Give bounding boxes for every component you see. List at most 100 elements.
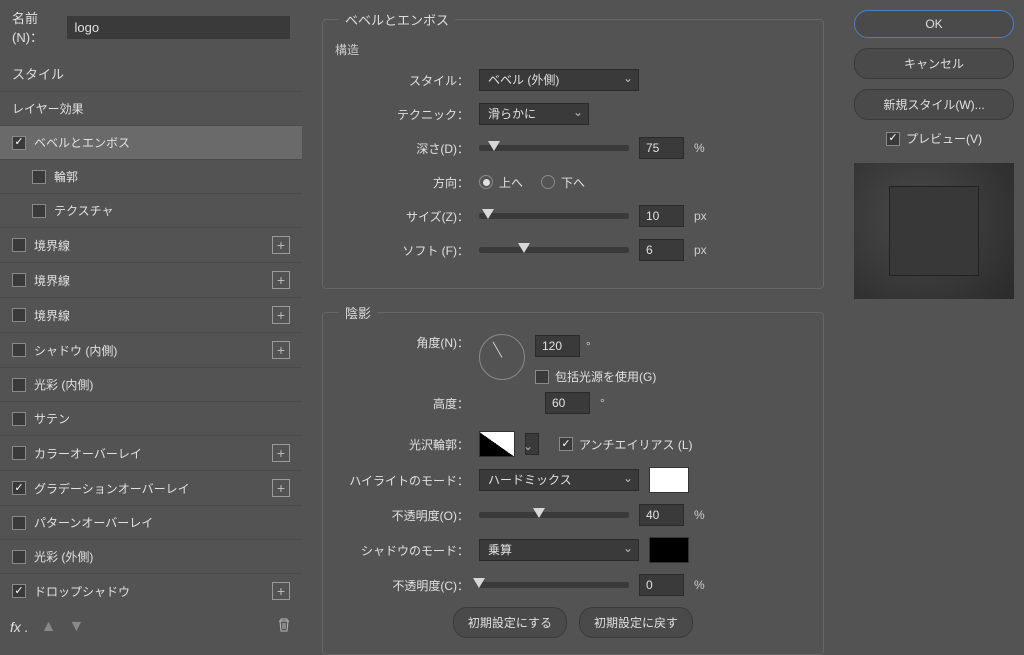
direction-up-radio[interactable]: 上へ (479, 174, 523, 191)
style-checkbox-7[interactable] (12, 343, 26, 357)
add-effect-icon[interactable]: + (272, 236, 290, 254)
soft-unit: px (694, 243, 707, 257)
style-item-5[interactable]: 境界線 + (0, 262, 302, 297)
style-item-0[interactable]: レイヤー効果 (0, 91, 302, 125)
direction-down-radio[interactable]: 下へ (541, 174, 585, 191)
style-header: スタイル (0, 54, 302, 91)
global-light-checkbox[interactable] (535, 370, 549, 384)
soft-input[interactable] (639, 239, 684, 261)
highlight-mode-select[interactable]: ハードミックス (479, 469, 639, 491)
style-label-6: 境界線 (34, 307, 70, 324)
cancel-button[interactable]: キャンセル (854, 48, 1014, 79)
shadow-opacity-slider[interactable] (479, 582, 629, 588)
size-slider[interactable] (479, 213, 629, 219)
style-label-0: レイヤー効果 (12, 100, 84, 117)
highlight-color-swatch[interactable] (649, 467, 689, 493)
style-label: スタイル： (339, 72, 469, 89)
add-effect-icon[interactable]: + (272, 479, 290, 497)
style-checkbox-1[interactable] (12, 136, 26, 150)
altitude-unit: ° (600, 396, 605, 410)
direction-label: 方向： (339, 174, 469, 191)
new-style-button[interactable]: 新規スタイル(W)... (854, 89, 1014, 120)
style-label-4: 境界線 (34, 237, 70, 254)
preview-checkbox[interactable] (886, 132, 900, 146)
add-effect-icon[interactable]: + (272, 444, 290, 462)
style-item-7[interactable]: シャドウ (内側) + (0, 332, 302, 367)
fx-icon[interactable]: fx . (10, 619, 29, 635)
shadow-mode-select[interactable]: 乗算 (479, 539, 639, 561)
angle-input[interactable] (535, 335, 580, 357)
shadow-opacity-input[interactable] (639, 574, 684, 596)
highlight-opacity-input[interactable] (639, 504, 684, 526)
soft-slider[interactable] (479, 247, 629, 253)
depth-slider[interactable] (479, 145, 629, 151)
style-checkbox-10[interactable] (12, 446, 26, 460)
style-item-3[interactable]: テクスチャ (0, 193, 302, 227)
style-label-7: シャドウ (内側) (34, 342, 117, 359)
style-checkbox-11[interactable] (12, 481, 26, 495)
ok-button[interactable]: OK (854, 10, 1014, 38)
style-label-12: パターンオーバーレイ (34, 514, 153, 531)
altitude-label: 高度： (339, 395, 469, 412)
reset-default-button[interactable]: 初期設定に戻す (579, 607, 693, 638)
shading-title: 陰影 (339, 303, 377, 322)
style-checkbox-3[interactable] (32, 204, 46, 218)
preview-label: プレビュー(V) (906, 130, 982, 147)
style-item-6[interactable]: 境界線 + (0, 297, 302, 332)
style-item-12[interactable]: パターンオーバーレイ (0, 505, 302, 539)
style-checkbox-6[interactable] (12, 308, 26, 322)
highlight-opacity-slider[interactable] (479, 512, 629, 518)
add-effect-icon[interactable]: + (272, 341, 290, 359)
style-item-10[interactable]: カラーオーバーレイ + (0, 435, 302, 470)
add-effect-icon[interactable]: + (272, 271, 290, 289)
antialias-label: アンチエイリアス (L) (579, 436, 693, 453)
add-effect-icon[interactable]: + (272, 582, 290, 600)
global-light-label: 包括光源を使用(G) (555, 368, 656, 385)
shadow-color-swatch[interactable] (649, 537, 689, 563)
size-label: サイズ(Z)： (339, 208, 469, 225)
gloss-contour-label: 光沢輪郭： (339, 436, 469, 453)
style-label-13: 光彩 (外側) (34, 548, 93, 565)
style-item-14[interactable]: ドロップシャドウ + (0, 573, 302, 608)
angle-dial[interactable] (479, 334, 525, 380)
move-up-icon[interactable]: ▲ (41, 618, 57, 636)
style-label-10: カラーオーバーレイ (34, 445, 142, 462)
style-checkbox-12[interactable] (12, 516, 26, 530)
style-item-13[interactable]: 光彩 (外側) (0, 539, 302, 573)
group-title: ベベルとエンボス (339, 10, 455, 29)
style-label-5: 境界線 (34, 272, 70, 289)
name-label: 名前(N)： (12, 8, 61, 46)
add-effect-icon[interactable]: + (272, 306, 290, 324)
style-item-2[interactable]: 輪郭 (0, 159, 302, 193)
style-item-11[interactable]: グラデーションオーバーレイ+ (0, 470, 302, 505)
make-default-button[interactable]: 初期設定にする (453, 607, 567, 638)
trash-icon[interactable] (276, 617, 292, 636)
style-item-1[interactable]: ベベルとエンボス (0, 125, 302, 159)
technique-label: テクニック： (339, 106, 469, 123)
style-checkbox-13[interactable] (12, 550, 26, 564)
style-label-14: ドロップシャドウ (34, 583, 130, 600)
move-down-icon[interactable]: ▼ (69, 618, 85, 636)
style-checkbox-4[interactable] (12, 238, 26, 252)
style-item-8[interactable]: 光彩 (内側) (0, 367, 302, 401)
style-item-9[interactable]: サテン (0, 401, 302, 435)
style-checkbox-8[interactable] (12, 378, 26, 392)
altitude-input[interactable] (545, 392, 590, 414)
style-checkbox-2[interactable] (32, 170, 46, 184)
gloss-contour-picker[interactable] (479, 431, 515, 457)
technique-select[interactable]: 滑らかに (479, 103, 589, 125)
depth-input[interactable] (639, 137, 684, 159)
style-select[interactable]: ベベル (外側) (479, 69, 639, 91)
style-checkbox-9[interactable] (12, 412, 26, 426)
style-checkbox-14[interactable] (12, 584, 26, 598)
shading-group: 陰影 角度(N)： ° 包括光源を使用(G) 高度： (322, 303, 824, 655)
style-item-4[interactable]: 境界線 + (0, 227, 302, 262)
shadow-mode-label: シャドウのモード： (339, 542, 469, 559)
size-input[interactable] (639, 205, 684, 227)
antialias-checkbox[interactable] (559, 437, 573, 451)
style-checkbox-5[interactable] (12, 273, 26, 287)
structure-title: 構造 (335, 41, 807, 58)
contour-dropdown[interactable] (525, 433, 539, 455)
angle-label: 角度(N)： (339, 334, 469, 351)
name-input[interactable] (67, 16, 290, 39)
